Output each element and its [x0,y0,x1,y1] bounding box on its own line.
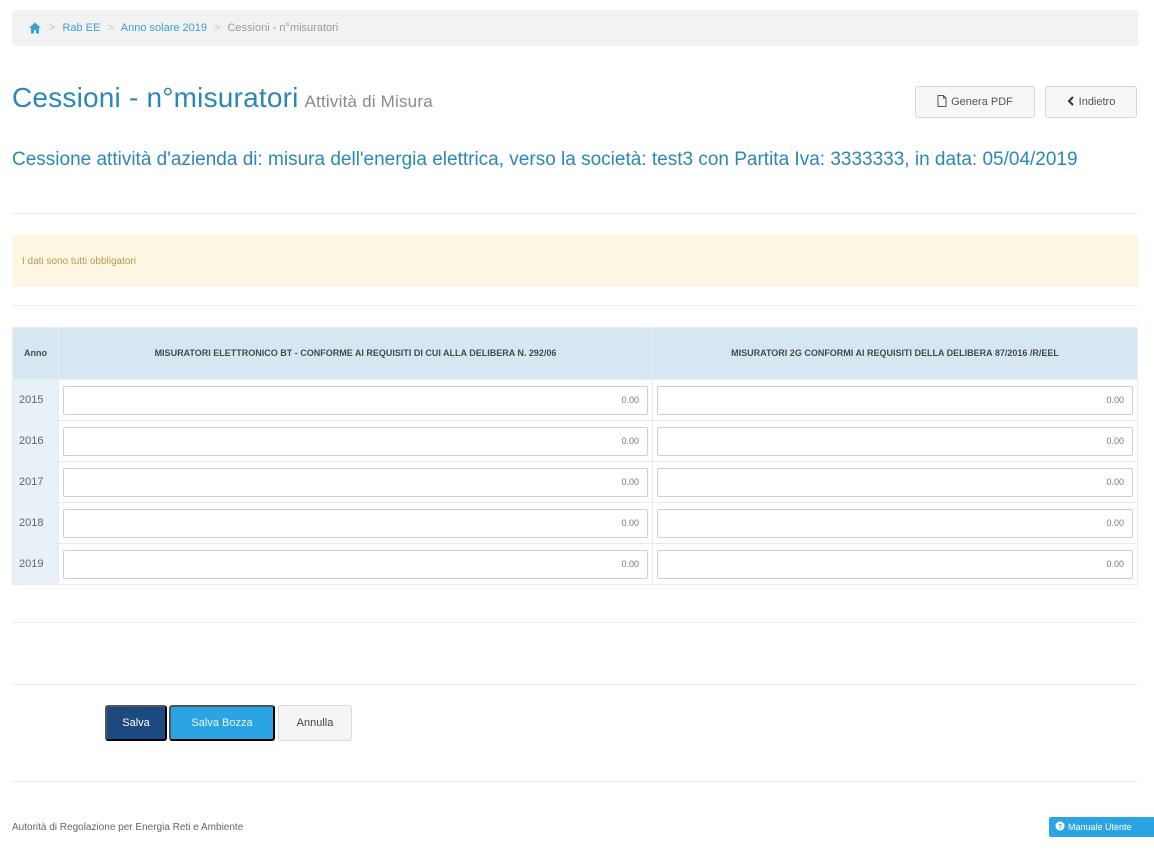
year-cell: 2015 [12,379,59,421]
cancel-button[interactable]: Annulla [278,705,352,741]
table-row: 2015 [12,379,1138,421]
breadcrumb-item-anno-solare[interactable]: Anno solare 2019 [121,22,207,34]
misuratori-2g-2017-input[interactable] [657,467,1133,497]
breadcrumb-item-rab-ee[interactable]: Rab EE [62,22,100,34]
cession-description: Cessione attività d'azienda di: misura d… [12,149,1078,170]
misuratori-bt-2017-input[interactable] [63,467,648,497]
misuratori-bt-2018-input[interactable] [63,508,648,538]
value-cell [652,420,1138,462]
misuratori-2g-2016-input[interactable] [657,426,1133,456]
divider [12,213,1138,214]
breadcrumb-separator: > [107,22,114,34]
year-cell: 2019 [12,543,59,585]
misuratori-2g-2015-input[interactable] [657,385,1133,415]
misuratori-bt-2015-input[interactable] [63,385,648,415]
save-button[interactable]: Salva [105,705,167,741]
divider [12,781,1138,782]
table-row: 2016 [12,420,1138,462]
value-cell [652,543,1138,585]
value-cell [58,420,653,462]
breadcrumb-separator: > [49,22,56,34]
table-row: 2018 [12,502,1138,544]
generate-pdf-button[interactable]: Genera PDF [915,86,1035,118]
column-header-anno: Anno [12,327,59,380]
year-cell: 2017 [12,461,59,503]
pdf-file-icon [937,94,947,110]
page-title-text: Cessioni - n°misuratori [12,82,299,113]
svg-text:?: ? [1058,824,1062,831]
user-manual-button[interactable]: ? Manuale Utente [1049,817,1154,837]
table-row: 2017 [12,461,1138,503]
value-cell [58,502,653,544]
value-cell [58,543,653,585]
value-cell [58,461,653,503]
column-header-misuratori-2g: MISURATORI 2G CONFORMI AI REQUISITI DELL… [652,327,1138,380]
breadcrumb: > Rab EE > Anno solare 2019 > Cessioni -… [12,10,1138,46]
column-header-misuratori-bt: MISURATORI ELETTRONICO BT - CONFORME AI … [58,327,653,380]
required-fields-alert: I dati sono tutti obbligatori [12,235,1138,287]
breadcrumb-separator: > [214,22,221,34]
table-header-row: Anno MISURATORI ELETTRONICO BT - CONFORM… [12,327,1138,380]
breadcrumb-item-current: Cessioni - n°misuratori [227,22,339,34]
save-draft-button[interactable]: Salva Bozza [169,705,275,741]
back-label: Indietro [1078,96,1116,108]
home-icon[interactable] [28,21,42,35]
misuratori-bt-2019-input[interactable] [63,549,648,579]
year-cell: 2016 [12,420,59,462]
misuratori-2g-2019-input[interactable] [657,549,1133,579]
misuratori-2g-2018-input[interactable] [657,508,1133,538]
divider [12,305,1138,306]
chevron-left-icon [1067,95,1075,109]
page-subtitle-small: Attività di Misura [304,92,433,111]
value-cell [652,502,1138,544]
back-button[interactable]: Indietro [1045,86,1137,118]
generate-pdf-label: Genera PDF [951,96,1013,108]
value-cell [652,379,1138,421]
misuratori-bt-2016-input[interactable] [63,426,648,456]
footer-organization: Autorità di Regolazione per Energia Reti… [12,822,244,833]
user-manual-label: Manuale Utente [1068,822,1132,832]
divider [12,622,1138,623]
year-cell: 2018 [12,502,59,544]
question-circle-icon: ? [1055,821,1065,833]
page-title: Cessioni - n°misuratori Attività di Misur… [12,82,433,114]
divider [12,684,1138,685]
table-row: 2019 [12,543,1138,585]
value-cell [58,379,653,421]
value-cell [652,461,1138,503]
measurement-table: Anno MISURATORI ELETTRONICO BT - CONFORM… [12,327,1138,585]
